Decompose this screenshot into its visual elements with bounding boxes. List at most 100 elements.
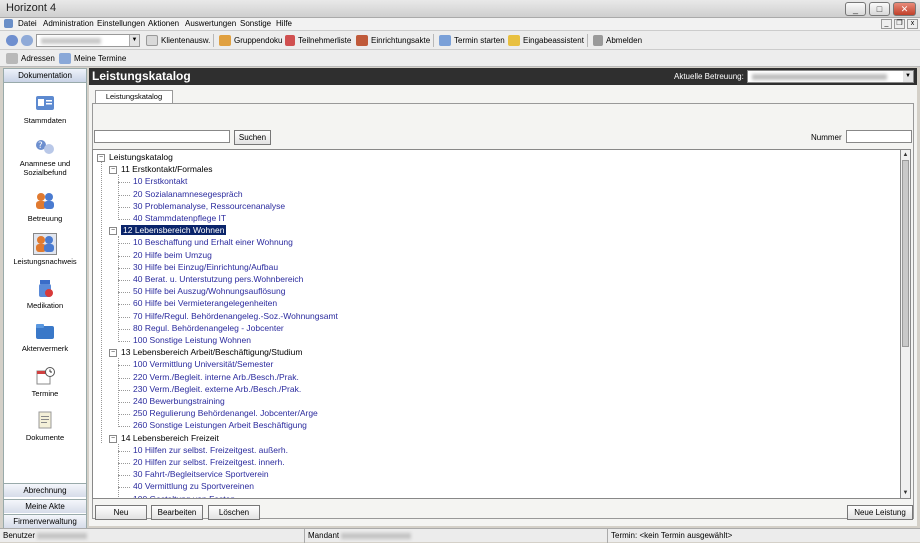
close-button[interactable]: ✕ (893, 2, 916, 16)
tree-item[interactable]: 40 Stammdatenpflege IT (133, 213, 226, 225)
neue-leistung-button[interactable]: Neue Leistung (847, 505, 913, 520)
menu-administration[interactable]: Administration (43, 19, 94, 28)
tree-item[interactable]: 10 Beschaffung und Erhalt einer Wohnung (133, 237, 293, 249)
sidebar-item-betreuung[interactable]: Betreuung (4, 191, 86, 223)
tree-connector (118, 328, 130, 330)
tree-item[interactable]: 240 Bewerbungstraining (133, 396, 225, 408)
mdi-minimize-button[interactable]: _ (881, 19, 892, 29)
tree-connector (118, 255, 130, 257)
forward-arrow-icon[interactable] (21, 35, 33, 46)
tree-item[interactable]: 20 Hilfen zur selbst. Freizeitgest. inne… (133, 457, 285, 469)
tree-item[interactable]: 20 Hilfe beim Umzug (133, 250, 212, 262)
sidebar-item-medikation[interactable]: Medikation (4, 278, 86, 310)
tree-item[interactable]: 10 Erstkontakt (133, 176, 187, 188)
tree-group-label: 13 Lebensbereich Arbeit/Beschäftigung/St… (121, 347, 303, 358)
tree-item[interactable]: 10 Hilfen zur selbst. Freizeitgest. auße… (133, 445, 288, 457)
gruppendoku-button[interactable]: Gruppendoku (219, 34, 282, 47)
tree-item[interactable]: 100 Sonstige Leistung Wohnen (133, 335, 251, 347)
tree-item[interactable]: 60 Hilfe bei Vermieterangelegenheiten (133, 298, 277, 310)
scroll-up-icon[interactable]: ▲ (901, 150, 910, 160)
sidebar-header[interactable]: Dokumentation (4, 69, 86, 83)
tree-scrollbar[interactable]: ▲ ▼ (901, 149, 911, 499)
tree-item-label: 10 Erstkontakt (133, 176, 188, 187)
meine-termine-button[interactable]: Meine Termine (59, 52, 126, 65)
tree-root[interactable]: − Leistungskatalog (97, 152, 173, 164)
tab-leistungskatalog[interactable]: Leistungskatalog (95, 90, 173, 104)
tree-item[interactable]: 30 Fahrt-/Begleitservice Sportverein (133, 469, 269, 481)
menu-aktionen[interactable]: Aktionen (148, 19, 179, 28)
benutzer-label: Benutzer (3, 531, 36, 540)
sidebar-item-anamnese[interactable]: ? Anamnese und Sozialbefund (4, 136, 86, 177)
teilnehmerliste-button[interactable]: Teilnehmerliste (285, 34, 351, 47)
tree-connector (118, 194, 130, 196)
scroll-down-icon[interactable]: ▼ (901, 488, 910, 498)
tree-group[interactable]: −14 Lebensbereich Freizeit (109, 433, 219, 445)
tree-item-label: 10 Beschaffung und Erhalt einer Wohnung (133, 237, 293, 248)
tree-item[interactable]: 50 Hilfe bei Auszug/Wohnungsauflösung (133, 286, 285, 298)
sidebar-item-stammdaten[interactable]: Stammdaten (4, 93, 86, 125)
service-catalog-tree[interactable]: − Leistungskatalog −11 Erstkontakt/Formale… (92, 149, 901, 499)
client-select[interactable]: ▼ (36, 34, 140, 47)
klientenauswahl-button[interactable]: Klientenausw. (146, 34, 210, 47)
tree-connector (118, 402, 130, 403)
betreuung-select[interactable]: ▼ (747, 70, 914, 83)
tree-item[interactable]: 40 Vermittlung zu Sportvereinen (133, 481, 254, 493)
tree-item[interactable]: 80 Regul. Behördenangeleg - Jobcenter (133, 323, 284, 335)
menu-datei[interactable]: Datei (18, 19, 37, 28)
sidebar-footer-firmenverwaltung[interactable]: Firmenverwaltung (4, 514, 86, 528)
tree-item[interactable]: 30 Hilfe bei Einzug/Einrichtung/Aufbau (133, 262, 278, 274)
loeschen-button[interactable]: Löschen (208, 505, 260, 520)
sidebar-item-label: Anamnese und Sozialbefund (19, 159, 71, 177)
collapse-icon[interactable]: − (109, 166, 117, 175)
tree-connector (118, 475, 130, 477)
sidebar-item-leistungsnachweis[interactable]: Leistungsnachweis (4, 233, 86, 266)
tree-group[interactable]: −12 Lebensbereich Wohnen (109, 225, 227, 237)
tree-item[interactable]: 30 Problemanalyse, Ressourcenanalyse (133, 201, 285, 213)
adressen-button[interactable]: Adressen (6, 52, 55, 65)
tree-item[interactable]: 220 Verm./Begleit. interne Arb./Besch./P… (133, 372, 299, 384)
sidebar-footer-abrechnung[interactable]: Abrechnung (4, 483, 86, 497)
mdi-restore-button[interactable]: ❐ (894, 19, 905, 29)
collapse-icon[interactable]: − (109, 349, 117, 358)
tree-item[interactable]: 260 Sonstige Leistungen Arbeit Beschäfti… (133, 420, 307, 432)
tree-item[interactable]: 230 Verm./Begleit. externe Arb./Besch./P… (133, 384, 301, 396)
menu-bar: Datei Administration Einstellungen Aktio… (0, 18, 920, 31)
collapse-icon[interactable]: − (109, 434, 117, 443)
tree-item-label: 50 Hilfe bei Auszug/Wohnungsauflösung (133, 286, 286, 297)
folder-icon (34, 321, 56, 341)
menu-sonstige[interactable]: Sonstige (240, 19, 271, 28)
tree-item[interactable]: 20 Sozialanamnesegespräch (133, 189, 243, 201)
tree-item[interactable]: 70 Hilfe/Regul. Behördenangeleg.-Soz.-Wo… (133, 311, 338, 323)
menu-einstellungen[interactable]: Einstellungen (97, 19, 145, 28)
sidebar-item-termine[interactable]: Termine (4, 366, 86, 398)
tree-group[interactable]: −13 Lebensbereich Arbeit/Beschäftigung/S… (109, 347, 302, 359)
collapse-icon[interactable]: − (97, 154, 105, 162)
mdi-close-button[interactable]: x (907, 19, 918, 29)
search-button[interactable]: Suchen (234, 130, 271, 145)
collapse-icon[interactable]: − (109, 227, 117, 236)
search-input[interactable] (94, 130, 230, 143)
sidebar-item-aktenvermerk[interactable]: Aktenvermerk (4, 321, 86, 353)
sidebar-item-dokumente[interactable]: Dokumente (4, 410, 86, 442)
menu-auswertungen[interactable]: Auswertungen (185, 19, 236, 28)
main-toolbar: ▼ Klientenausw. Gruppendoku Teilnehmerli… (0, 31, 920, 50)
tree-item[interactable]: 100 Gestaltung von Festen (133, 494, 235, 498)
sidebar-footer-meine-akte[interactable]: Meine Akte (4, 499, 86, 513)
maximize-button[interactable]: □ (869, 2, 890, 16)
bearbeiten-button[interactable]: Bearbeiten (151, 505, 203, 520)
abmelden-button[interactable]: Abmelden (593, 34, 642, 47)
neu-button[interactable]: Neu (95, 505, 147, 520)
sidebar-item-label: Dokumente (25, 433, 65, 442)
minimize-button[interactable]: _ (845, 2, 866, 16)
tree-item[interactable]: 40 Berat. u. Unterstutzung pers.Wohnbere… (133, 274, 303, 286)
back-arrow-icon[interactable] (6, 35, 18, 46)
tree-group[interactable]: −11 Erstkontakt/Formales (109, 164, 213, 176)
menu-hilfe[interactable]: Hilfe (276, 19, 292, 28)
nummer-input[interactable] (846, 130, 912, 143)
tree-item[interactable]: 100 Vermittlung Universität/Semester (133, 359, 273, 371)
einrichtungsakte-button[interactable]: Einrichtungsakte (356, 34, 430, 47)
scrollbar-thumb[interactable] (902, 160, 909, 347)
termin-starten-button[interactable]: Termin starten (439, 34, 505, 47)
eingabeassistent-button[interactable]: Eingabeassistent (508, 34, 584, 47)
tree-item[interactable]: 250 Regulierung Behördenangel. Jobcenter… (133, 408, 318, 420)
